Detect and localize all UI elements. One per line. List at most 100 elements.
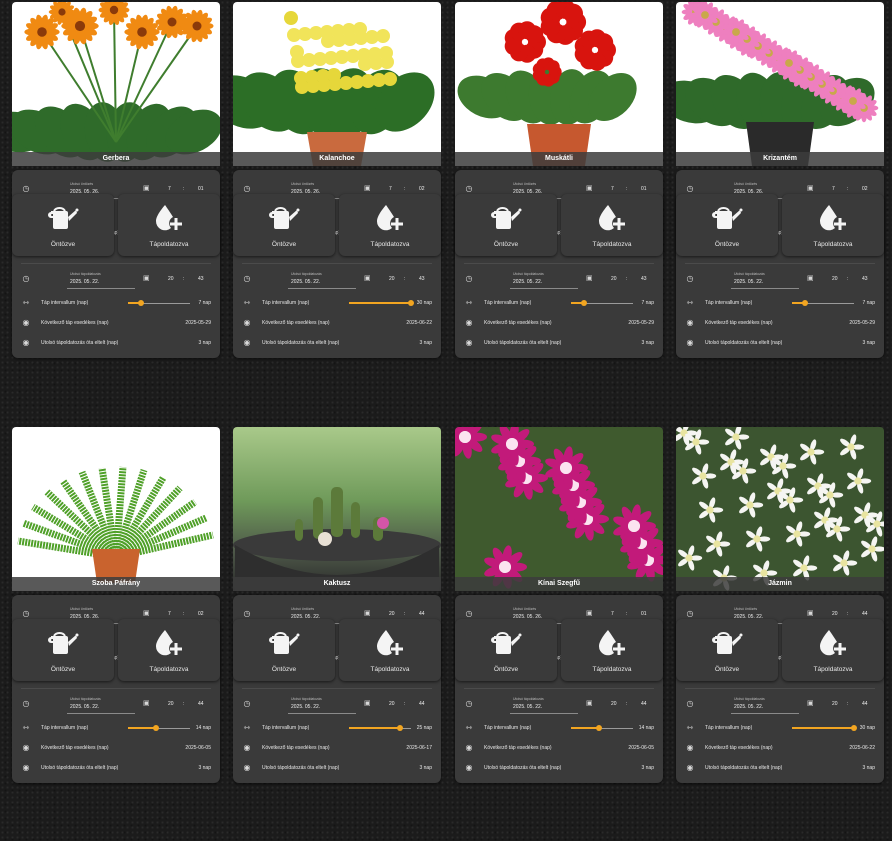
watering-minute: 44 [419,611,425,617]
feeding-interval-label: Táp intervallum (nap) [705,300,753,306]
calendar-icon[interactable]: ▣ [364,609,373,618]
calendar-icon[interactable]: ▣ [143,274,152,283]
watered-button[interactable]: Öntözve [12,194,114,256]
calendar-icon[interactable]: ▣ [586,609,595,618]
last-feeding-date-field[interactable]: Utolsó tápoldatozás 2025. 05. 22. [67,270,135,289]
since-feeding-label: Utolsó tápoldatozás óta eltelt (nap) [484,340,562,346]
feeding-slider-knob[interactable] [851,725,857,731]
last-feeding-row: ◷ Utolsó tápoldatozás 2025. 05. 22. ▣ 20… [233,270,441,289]
feeding-slider-knob[interactable] [152,725,159,731]
since-feeding-label: Utolsó tápoldatozás óta eltelt (nap) [262,765,340,771]
feeding-slider-knob[interactable] [137,300,144,306]
feeding-interval-slider[interactable] [792,725,857,731]
last-feeding-date-field[interactable]: Utolsó tápoldatozás 2025. 05. 22. [288,270,356,289]
fed-button[interactable]: Tápoldatozva [561,194,663,256]
watered-button[interactable]: Öntözve [12,619,114,681]
last-feeding-date-field[interactable]: Utolsó tápoldatozás 2025. 05. 22. [510,695,578,714]
calendar-icon[interactable]: ▣ [143,184,152,193]
watered-button[interactable]: Öntözve [233,194,335,256]
fed-button[interactable]: Tápoldatozva [118,194,220,256]
last-watering-label: Utolsó öntözés [734,607,758,611]
watering-can-icon [712,632,743,654]
last-feeding-date-field[interactable]: Utolsó tápoldatozás 2025. 05. 22. [731,270,799,289]
calendar-icon[interactable]: ▣ [807,699,816,708]
feeding-interval-slider[interactable] [571,725,633,731]
feeding-slider-knob[interactable] [580,300,587,306]
last-feeding-date-field[interactable]: Utolsó tápoldatozás 2025. 05. 22. [288,695,356,714]
feeding-interval-row: ⇿ Táp intervallum (nap) 7 nap [12,294,220,312]
feeding-slider-fill [128,727,156,729]
calendar-clock-icon: ◷ [686,184,694,193]
last-feeding-time-field[interactable]: 20 : 43 [159,273,211,286]
feeding-slider-knob[interactable] [397,725,404,731]
calendar-icon[interactable]: ▣ [807,274,816,283]
last-feeding-time-field[interactable]: 20 : 43 [602,273,654,286]
feeding-interval-slider[interactable] [349,725,411,731]
feeding-slider-knob[interactable] [595,725,602,731]
watered-button[interactable]: Öntözve [676,619,778,681]
feeding-interval-row: ⇿ Táp intervallum (nap) 14 nap [455,719,663,737]
feeding-interval-slider[interactable] [792,300,854,306]
time-separator: : [626,186,628,192]
feeding-interval-label: Táp intervallum (nap) [41,300,89,306]
next-feeding-label: Következő táp esedékes (nap) [262,320,330,326]
calendar-icon[interactable]: ▣ [364,699,373,708]
feeding-interval-label: Táp intervallum (nap) [484,300,532,306]
fed-button[interactable]: Tápoldatozva [339,619,441,681]
feeding-interval-label: Táp intervallum (nap) [484,725,532,731]
calendar-icon[interactable]: ▣ [586,184,595,193]
fed-button[interactable]: Tápoldatozva [339,194,441,256]
feeding-interval-slider[interactable] [128,725,190,731]
last-feeding-time-field[interactable]: 20 : 44 [159,698,211,711]
calendar-icon[interactable]: ▣ [807,609,816,618]
last-feeding-date-field[interactable]: Utolsó tápoldatozás 2025. 05. 22. [731,695,799,714]
section-divider [242,688,432,689]
since-feeding-value: 3 nap [641,765,654,771]
fed-button-label: Tápoldatozva [370,666,410,673]
feeding-interval-value: 7 nap [198,300,211,306]
feeding-interval-value: 14 nap [195,725,211,731]
fed-button[interactable]: Tápoldatozva [782,619,884,681]
since-feeding-label: Utolsó tápoldatozás óta eltelt (nap) [41,765,119,771]
calendar-clock-icon: ◷ [22,184,30,193]
calendar-icon[interactable]: ▣ [807,184,816,193]
calendar-icon[interactable]: ▣ [586,274,595,283]
water-plus-icon [819,205,846,231]
calendar-icon[interactable]: ▣ [364,274,373,283]
feeding-slider-knob[interactable] [801,300,808,306]
plant-photo: Kalanchoe [233,2,441,166]
last-feeding-date: 2025. 05. 22. [70,279,100,285]
time-separator: : [404,186,406,192]
watered-button[interactable]: Öntözve [676,194,778,256]
watered-button[interactable]: Öntözve [455,619,557,681]
last-feeding-time-field[interactable]: 20 : 44 [602,698,654,711]
last-feeding-date-field[interactable]: Utolsó tápoldatozás 2025. 05. 22. [67,695,135,714]
feeding-interval-slider[interactable] [349,300,414,306]
fed-button-label: Tápoldatozva [813,666,853,673]
plant-name: Kaktusz [233,577,441,591]
plant-photo: Szoba Páfrány [12,427,220,591]
last-feeding-time-field[interactable]: 20 : 44 [823,698,875,711]
watered-button-label: Öntözve [714,666,740,673]
watered-button[interactable]: Öntözve [233,619,335,681]
next-feeding-label: Következő táp esedékes (nap) [484,320,552,326]
water-plus-icon [598,630,625,656]
fed-button-label: Tápoldatozva [149,666,189,673]
last-feeding-time-field[interactable]: 20 : 44 [380,698,432,711]
last-feeding-time-field[interactable]: 20 : 43 [823,273,875,286]
feeding-slider-knob[interactable] [408,300,414,306]
last-feeding-date-field[interactable]: Utolsó tápoldatozás 2025. 05. 22. [510,270,578,289]
calendar-icon[interactable]: ▣ [143,609,152,618]
calendar-icon[interactable]: ▣ [586,699,595,708]
calendar-icon[interactable]: ▣ [364,184,373,193]
feeding-interval-slider[interactable] [128,300,190,306]
since-feeding-value: 3 nap [862,765,875,771]
last-feeding-time-field[interactable]: 20 : 43 [380,273,432,286]
calendar-clock-icon: ◷ [686,609,694,618]
fed-button[interactable]: Tápoldatozva [561,619,663,681]
watered-button[interactable]: Öntözve [455,194,557,256]
fed-button[interactable]: Tápoldatozva [782,194,884,256]
fed-button[interactable]: Tápoldatozva [118,619,220,681]
calendar-icon[interactable]: ▣ [143,699,152,708]
feeding-interval-slider[interactable] [571,300,633,306]
